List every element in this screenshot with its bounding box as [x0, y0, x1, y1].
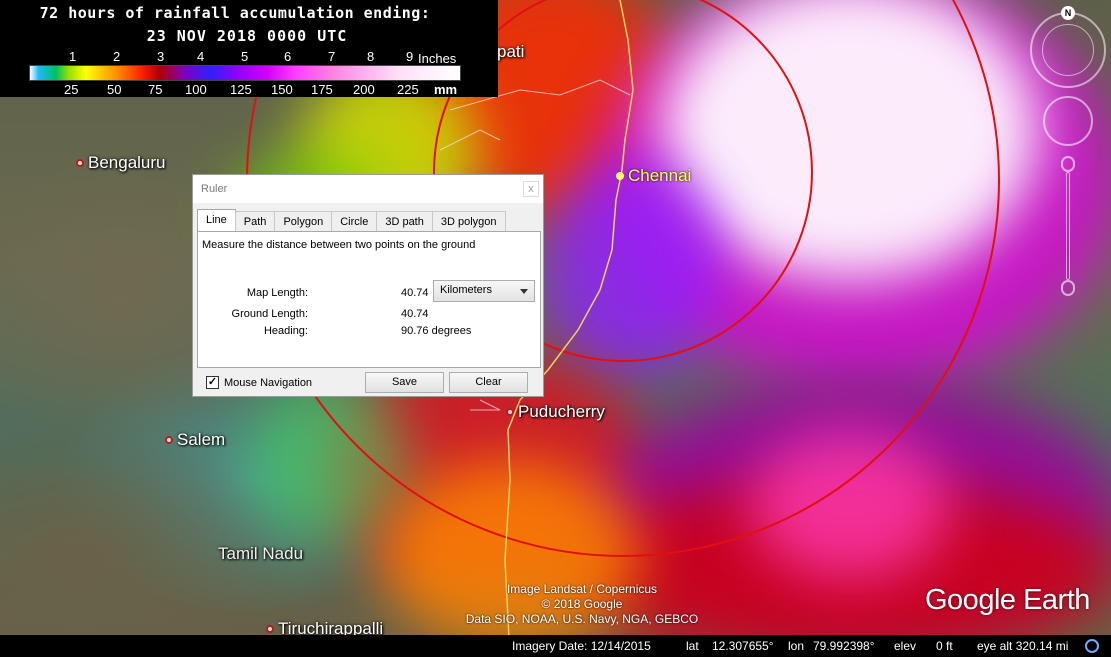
tab-polygon[interactable]: Polygon — [274, 211, 333, 232]
ruler-description: Measure the distance between two points … — [202, 239, 476, 251]
city-label-puducherry: Puducherry — [506, 402, 605, 422]
zoom-in-icon[interactable] — [1061, 156, 1075, 172]
ruler-title: Ruler — [201, 183, 228, 195]
ruler-titlebar[interactable]: Ruler x — [193, 175, 543, 203]
city-marker-icon — [266, 625, 274, 633]
legend-date: 23 NOV 2018 0000 UTC — [146, 27, 348, 45]
zoom-out-icon[interactable] — [1061, 280, 1075, 296]
save-button[interactable]: Save — [365, 372, 444, 393]
legend-title: 72 hours of rainfall accumulation ending… — [39, 4, 431, 22]
ruler-tabs: Line Path Polygon Circle 3D path 3D poly… — [197, 209, 506, 232]
mouse-navigation-label: Mouse Navigation — [224, 376, 313, 389]
tab-path[interactable]: Path — [234, 211, 276, 232]
inch-tick: 3 — [157, 49, 165, 64]
credit-line: © 2018 Google — [541, 597, 623, 611]
map-length-row: Map Length: — [198, 287, 308, 303]
city-marker-icon — [165, 436, 173, 444]
compass-north-icon[interactable]: N — [1061, 6, 1075, 20]
lon-label: lon — [788, 639, 805, 653]
heading-row: Heading: — [198, 325, 308, 341]
tab-line[interactable]: Line — [197, 209, 236, 232]
mm-tick: 175 — [311, 82, 333, 97]
city-label-salem: Salem — [165, 430, 225, 450]
city-marker-icon — [76, 159, 84, 167]
rainfall-legend: 72 hours of rainfall accumulation ending… — [0, 0, 498, 97]
look-joystick-icon[interactable] — [1042, 24, 1094, 76]
units-selected-value: Kilometers — [440, 284, 492, 296]
tab-3d-path[interactable]: 3D path — [376, 211, 433, 232]
close-icon[interactable]: x — [523, 181, 539, 197]
ruler-dialog: Ruler x Line Path Polygon Circle 3D path… — [192, 174, 544, 397]
units-select[interactable]: Kilometers — [433, 280, 535, 302]
city-marker-icon — [616, 172, 624, 180]
region-label-tamil-nadu: Tamil Nadu — [218, 544, 304, 563]
elev-value: 0 ft — [936, 639, 953, 653]
mm-unit-label: mm — [434, 82, 458, 97]
zoom-slider[interactable] — [1061, 156, 1075, 296]
inch-tick: 9 — [406, 49, 414, 64]
ground-length-value: 40.74 — [401, 308, 429, 320]
eye-altitude: eye alt 320.14 mi — [977, 639, 1069, 653]
heading-label: Heading: — [263, 325, 308, 337]
credit-line: Image Landsat / Copernicus — [506, 582, 658, 596]
ground-length-row: Ground Length: — [198, 308, 308, 324]
map-length-label: Map Length: — [246, 287, 308, 299]
ruler-line-panel: Measure the distance between two points … — [197, 231, 541, 368]
imagery-date: Imagery Date: 12/14/2015 — [512, 639, 651, 653]
credit-line: Data SIO, NOAA, U.S. Navy, NGA, GEBCO — [465, 612, 699, 626]
city-label-tirupati: pati — [497, 42, 525, 61]
chevron-down-icon — [520, 289, 528, 294]
inch-tick: 6 — [284, 49, 292, 64]
mm-tick: 50 — [107, 82, 122, 97]
inch-tick: 4 — [197, 49, 205, 64]
inch-unit-label: Inches — [418, 51, 457, 66]
tab-3d-polygon[interactable]: 3D polygon — [431, 211, 506, 232]
city-label-bengaluru: Bengaluru — [76, 153, 166, 173]
mm-tick: 25 — [64, 82, 79, 97]
mm-tick: 225 — [397, 82, 419, 97]
inch-tick: 1 — [69, 49, 77, 64]
legend-color-scale — [29, 65, 461, 81]
lon-value: 79.992398° — [813, 639, 875, 653]
clear-button[interactable]: Clear — [449, 372, 528, 393]
inch-tick: 2 — [113, 49, 121, 64]
inch-tick: 8 — [367, 49, 375, 64]
mouse-navigation-option[interactable]: ✓ Mouse Navigation — [206, 376, 312, 389]
lat-value: 12.307655° — [712, 639, 774, 653]
ground-length-label: Ground Length: — [231, 308, 308, 320]
lat-label: lat — [686, 639, 699, 653]
google-earth-logo: Google Earth — [925, 584, 1090, 616]
earth-map-view[interactable]: pati Bengaluru Chennai Salem Puducherry … — [0, 0, 1111, 657]
mouse-navigation-checkbox[interactable]: ✓ — [206, 376, 219, 389]
mm-tick: 100 — [185, 82, 207, 97]
mm-tick: 75 — [148, 82, 163, 97]
inch-tick: 7 — [328, 49, 336, 64]
tab-circle[interactable]: Circle — [331, 211, 378, 232]
mm-tick: 125 — [230, 82, 252, 97]
ruler-circles-overlay — [246, 0, 1000, 657]
zoom-slider-track[interactable] — [1066, 172, 1070, 280]
imagery-credits: Image Landsat / Copernicus © 2018 Google… — [420, 582, 744, 627]
city-marker-icon — [506, 408, 514, 416]
map-length-value: 40.74 — [401, 287, 429, 299]
elev-label: elev — [894, 639, 917, 653]
move-joystick-icon[interactable] — [1043, 96, 1093, 146]
status-bar: Imagery Date: 12/14/2015 lat 12.307655° … — [0, 635, 1111, 657]
navigation-controls: N — [1028, 4, 1108, 304]
city-label-chennai: Chennai — [616, 166, 691, 186]
streaming-status-icon — [1085, 639, 1099, 653]
mm-tick: 200 — [353, 82, 375, 97]
inch-tick: 5 — [241, 49, 249, 64]
heading-value: 90.76 degrees — [401, 325, 472, 337]
mm-tick: 150 — [271, 82, 293, 97]
